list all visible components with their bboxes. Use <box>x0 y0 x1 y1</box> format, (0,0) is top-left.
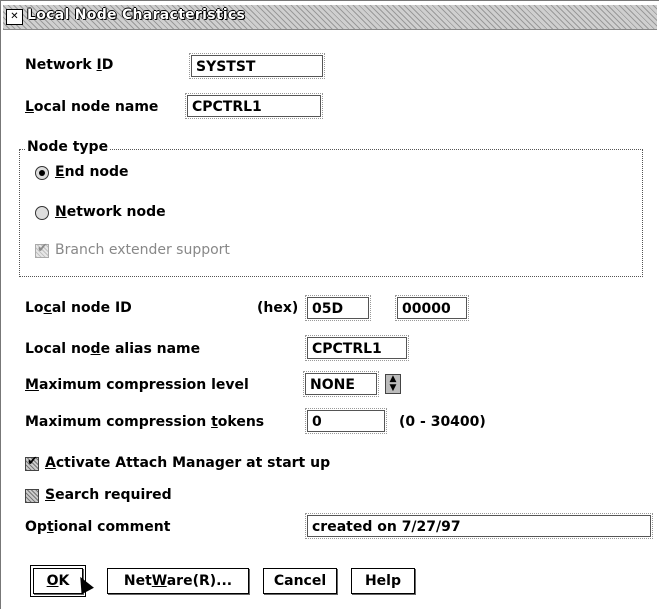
optional-comment-label: Optional comment <box>25 519 171 535</box>
branch-extender-label: Branch extender support <box>55 242 230 258</box>
search-required-checkbox-icon[interactable] <box>25 489 39 503</box>
end-node-radio-icon[interactable] <box>35 166 49 180</box>
hex-label: (hex) <box>257 300 299 316</box>
local-node-name-input[interactable]: CPCTRL1 <box>185 93 323 119</box>
max-compression-tokens-label: Maximum compression tokens <box>25 414 265 430</box>
end-node-label[interactable]: End node <box>55 164 129 180</box>
network-id-input[interactable]: SYSTST <box>189 53 325 79</box>
network-node-radio-icon[interactable] <box>35 206 49 220</box>
cancel-button[interactable]: Cancel <box>263 568 337 594</box>
network-node-label[interactable]: Network node <box>55 204 166 220</box>
node-type-legend: Node type <box>25 139 111 155</box>
window-title: Local Node Characteristics <box>27 7 246 23</box>
local-node-alias-input[interactable]: CPCTRL1 <box>305 335 409 361</box>
dialog-window: ✕ Local Node Characteristics Network ID … <box>0 0 659 609</box>
local-node-id-label: Local node ID <box>25 300 132 316</box>
system-menu-icon[interactable]: ✕ <box>6 9 23 25</box>
help-button[interactable]: Help <box>351 568 415 594</box>
local-node-alias-label: Local node alias name <box>25 341 201 357</box>
max-compression-level-select[interactable]: NONE <box>303 371 379 397</box>
local-node-name-label: Local node name <box>25 99 159 115</box>
tokens-range-label: (0 - 30400) <box>399 414 486 430</box>
spin-arrows-icon[interactable]: ▲ ▼ <box>385 374 401 394</box>
network-id-label: Network ID <box>25 57 114 73</box>
local-node-id-input-1[interactable]: 05D <box>305 295 371 321</box>
max-compression-tokens-input[interactable]: 0 <box>305 408 387 434</box>
branch-extender-checkbox-icon <box>35 241 49 258</box>
max-compression-level-label: Maximum compression level <box>25 377 249 393</box>
optional-comment-input[interactable]: created on 7/27/97 <box>305 513 653 539</box>
title-bar[interactable]: ✕ Local Node Characteristics <box>3 5 657 30</box>
activate-attach-label[interactable]: Activate Attach Manager at start up <box>45 455 330 471</box>
activate-attach-checkbox-icon[interactable] <box>25 454 39 471</box>
netware-button[interactable]: NetWare(R)... <box>107 568 249 594</box>
search-required-label[interactable]: Search required <box>45 487 172 503</box>
local-node-id-input-2[interactable]: 00000 <box>395 295 469 321</box>
